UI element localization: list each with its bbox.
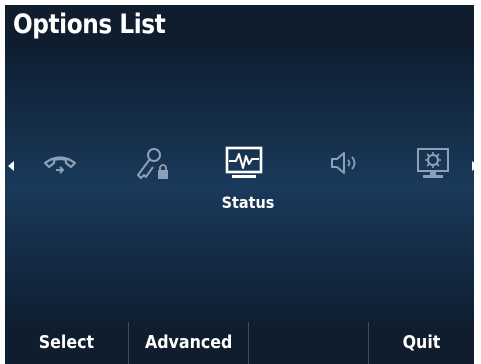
select-softkey[interactable]: Select [5, 322, 129, 364]
quit-softkey-label: Quit [402, 332, 441, 353]
status-waveform-icon[interactable] [224, 146, 264, 182]
speaker-volume-icon[interactable] [326, 146, 366, 182]
options-carousel: Status [5, 50, 478, 322]
phone-forward-icon[interactable] [40, 146, 80, 182]
page-title: Options List [13, 9, 166, 40]
select-softkey-label: Select [38, 332, 95, 353]
selected-item-label: Status [221, 193, 275, 212]
monitor-settings-icon[interactable] [413, 146, 453, 182]
title-bar: Options List [5, 5, 474, 50]
key-lock-icon[interactable] [133, 146, 173, 182]
empty-softkey[interactable] [249, 322, 369, 364]
scroll-right-arrow-icon[interactable] [472, 161, 478, 171]
advanced-softkey-label: Advanced [144, 332, 233, 353]
scroll-left-arrow-icon[interactable] [8, 161, 14, 171]
advanced-softkey[interactable]: Advanced [129, 322, 249, 364]
quit-softkey[interactable]: Quit [369, 322, 474, 364]
softkey-bar: Select Advanced Quit [5, 322, 474, 364]
phone-screen: Options List Status Select Advanced Quit [0, 0, 481, 364]
